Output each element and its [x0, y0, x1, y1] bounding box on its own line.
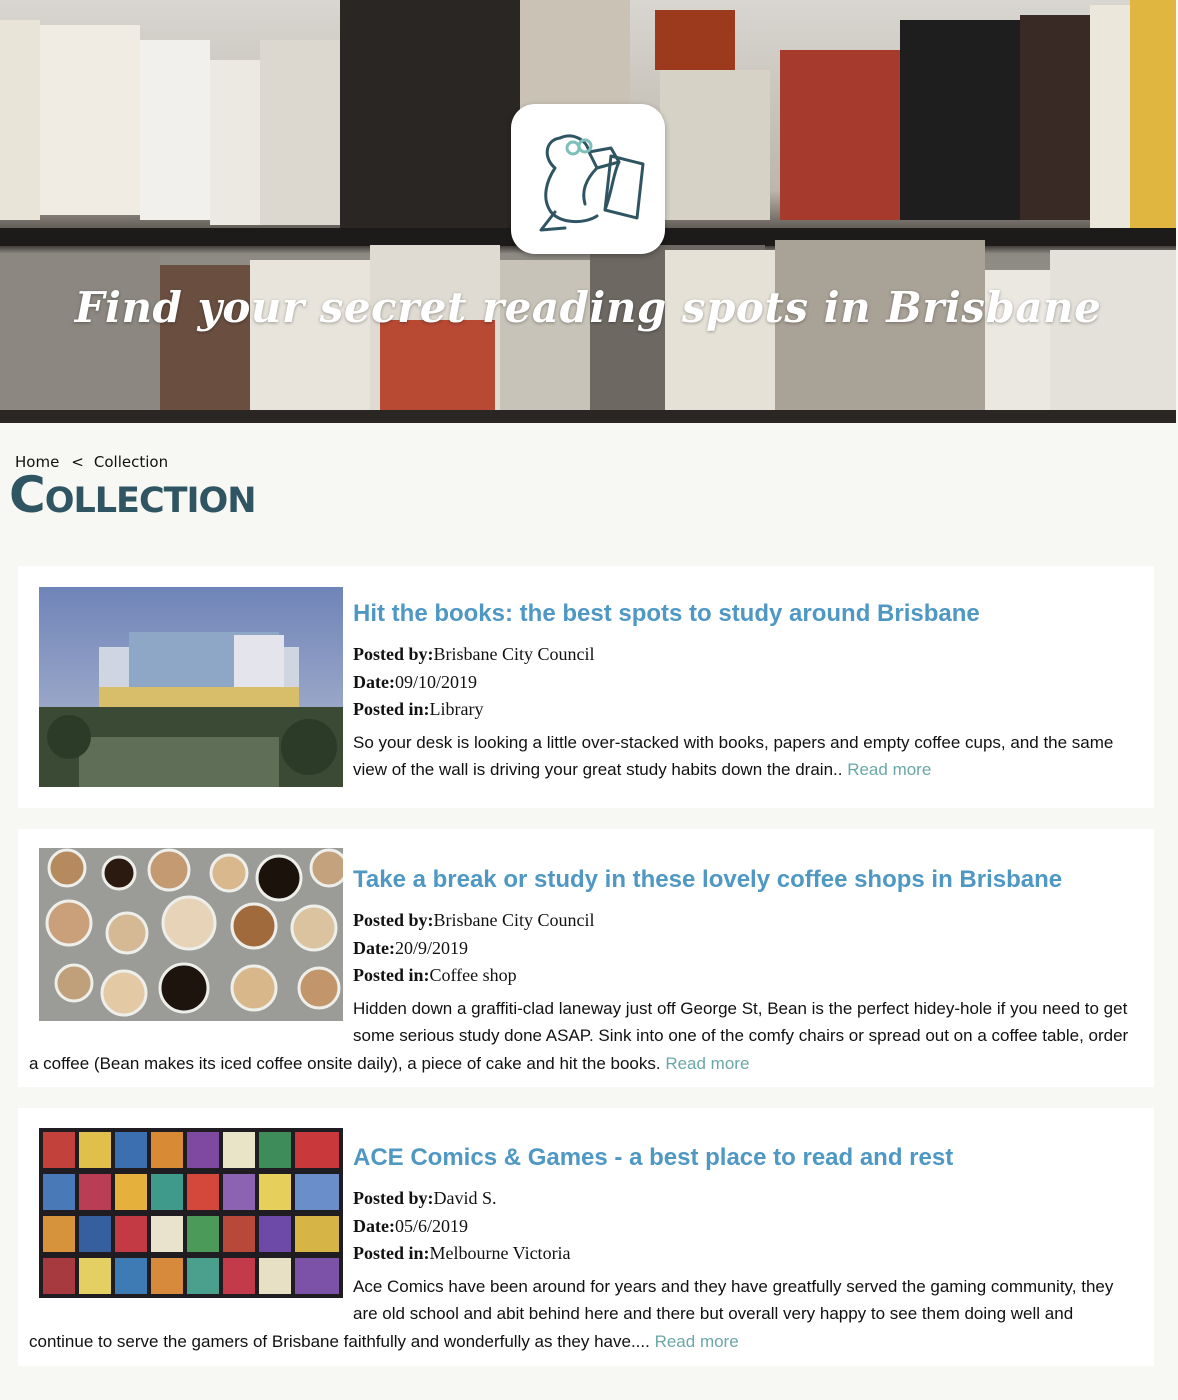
- hero-banner: Find your secret reading spots in Brisba…: [0, 0, 1176, 423]
- hero-book: [655, 10, 735, 70]
- meta-label: Posted in:: [353, 699, 430, 719]
- meta-label: Date:: [353, 671, 395, 692]
- page-title: Collection: [9, 466, 257, 524]
- hero-book: [780, 50, 900, 220]
- hero-book: [340, 0, 520, 228]
- meta-label: Posted in:: [353, 965, 430, 985]
- meta-value: Coffee shop: [429, 965, 517, 985]
- comics-rack-photo-icon: [39, 1128, 343, 1298]
- post-card: Take a break or study in these lovely co…: [18, 829, 1154, 1087]
- meta-value: David S.: [433, 1188, 497, 1208]
- hero-book: [1090, 5, 1130, 230]
- meta-value: Brisbane City Council: [433, 910, 595, 930]
- meta-label: Posted by:: [353, 1188, 434, 1208]
- hero-book: [660, 70, 770, 220]
- meta-value: Brisbane City Council: [433, 644, 595, 664]
- hero-book: [1020, 15, 1090, 220]
- meta-label: Date:: [353, 1215, 395, 1236]
- post-card: ACE Comics & Games - a best place to rea…: [18, 1108, 1154, 1366]
- post-thumbnail[interactable]: [39, 1128, 343, 1298]
- hero-book: [260, 40, 340, 225]
- shelf: [0, 410, 1176, 423]
- meta-label: Posted in:: [353, 1243, 430, 1263]
- library-photo-icon: [39, 587, 343, 787]
- hero-book: [0, 255, 160, 415]
- post-thumbnail[interactable]: [39, 587, 343, 787]
- hero-book: [380, 320, 495, 415]
- hero-book: [140, 40, 210, 220]
- platypus-reading-icon: [539, 134, 645, 232]
- meta-value: 20/9/2019: [394, 937, 468, 958]
- meta-label: Posted by:: [353, 644, 434, 664]
- post-thumbnail[interactable]: [39, 848, 343, 1021]
- coffee-cups-photo-icon: [39, 848, 343, 1021]
- read-more-link[interactable]: Read more: [655, 1332, 739, 1351]
- hero-book: [40, 25, 140, 215]
- hero-book: [900, 20, 1020, 220]
- read-more-link[interactable]: Read more: [847, 760, 931, 779]
- meta-label: Posted by:: [353, 910, 434, 930]
- meta-value: Library: [429, 699, 484, 719]
- meta-value: Melbourne Victoria: [429, 1243, 571, 1263]
- post-card: Hit the books: the best spots to study a…: [18, 566, 1154, 808]
- hero-book: [1130, 0, 1176, 230]
- hero-book: [1050, 250, 1176, 415]
- meta-label: Date:: [353, 937, 395, 958]
- hero-book: [210, 60, 260, 225]
- excerpt-text: So your desk is looking a little over-st…: [353, 732, 1114, 780]
- hero-tagline: Find your secret reading spots in Brisba…: [74, 283, 1102, 332]
- hero-book: [665, 250, 775, 415]
- hero-book: [0, 20, 40, 220]
- read-more-link[interactable]: Read more: [665, 1054, 749, 1073]
- meta-value: 05/6/2019: [394, 1215, 468, 1236]
- site-logo[interactable]: [511, 104, 665, 254]
- meta-value: 09/10/2019: [394, 671, 477, 692]
